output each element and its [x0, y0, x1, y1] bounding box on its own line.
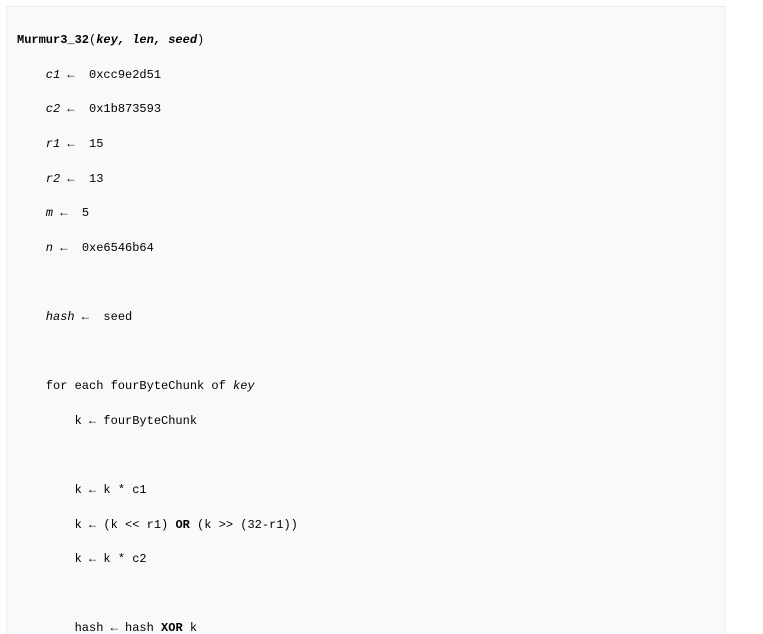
code-line: k ← k * c1 [17, 482, 715, 499]
code-line: Murmur3_32(key, len, seed) [17, 32, 715, 49]
code-line: for each fourByteChunk of key [17, 378, 715, 395]
arrow: ← [53, 206, 82, 220]
arrow: ← [60, 102, 89, 116]
val: 5 [82, 206, 89, 220]
blank-line [17, 344, 715, 361]
text: (k << r1) [103, 518, 175, 532]
code-line: m ← 5 [17, 205, 715, 222]
text: k [75, 518, 82, 532]
arrow: ← [82, 552, 104, 566]
fn-args: key, len, seed [96, 33, 197, 47]
text: fourByteChunk [103, 414, 197, 428]
code-line: r2 ← 13 [17, 171, 715, 188]
text: k [75, 552, 82, 566]
arrow: ← [103, 621, 125, 634]
text: k * c1 [103, 483, 146, 497]
blank-line [17, 274, 715, 291]
val: 0x1b873593 [89, 102, 161, 116]
code-line: c1 ← 0xcc9e2d51 [17, 67, 715, 84]
fn-name: Murmur3_32 [17, 33, 89, 47]
val: 13 [89, 172, 103, 186]
code-line: r1 ← 15 [17, 136, 715, 153]
arrow: ← [60, 172, 89, 186]
text: k [75, 414, 82, 428]
arrow: ← [82, 518, 104, 532]
blank-line [17, 586, 715, 603]
var: c1 [46, 68, 60, 82]
text: k * c2 [103, 552, 146, 566]
code-line: hash ← hash XOR k [17, 620, 715, 634]
text: for each fourByteChunk of [46, 379, 233, 393]
kw-xor: XOR [161, 621, 183, 634]
var: r1 [46, 137, 60, 151]
arrow: ← [60, 137, 89, 151]
code-line: k ← fourByteChunk [17, 413, 715, 430]
val: 0xe6546b64 [82, 241, 154, 255]
arrow: ← [82, 483, 104, 497]
val: 15 [89, 137, 103, 151]
arrow: ← [75, 310, 104, 324]
var: hash [46, 310, 75, 324]
arrow: ← [60, 68, 89, 82]
arrow: ← [53, 241, 82, 255]
text: hash [75, 621, 104, 634]
code-line: n ← 0xe6546b64 [17, 240, 715, 257]
blank-line [17, 447, 715, 464]
text: k [75, 483, 82, 497]
var: r2 [46, 172, 60, 186]
text: (k >> (32-r1)) [190, 518, 298, 532]
text: k [183, 621, 197, 634]
kw-or: OR [175, 518, 189, 532]
val: seed [103, 310, 132, 324]
arrow: ← [82, 414, 104, 428]
paren-close: ) [197, 33, 204, 47]
code-line: c2 ← 0x1b873593 [17, 101, 715, 118]
var: c2 [46, 102, 60, 116]
text: hash [125, 621, 161, 634]
var: m [46, 206, 53, 220]
val: 0xcc9e2d51 [89, 68, 161, 82]
code-line: hash ← seed [17, 309, 715, 326]
code-line: k ← (k << r1) OR (k >> (32-r1)) [17, 517, 715, 534]
var: key [233, 379, 255, 393]
var: n [46, 241, 53, 255]
page: Murmur3_32(key, len, seed) c1 ← 0xcc9e2d… [0, 6, 763, 634]
code-line: k ← k * c2 [17, 551, 715, 568]
pseudocode-block: Murmur3_32(key, len, seed) c1 ← 0xcc9e2d… [6, 6, 726, 634]
